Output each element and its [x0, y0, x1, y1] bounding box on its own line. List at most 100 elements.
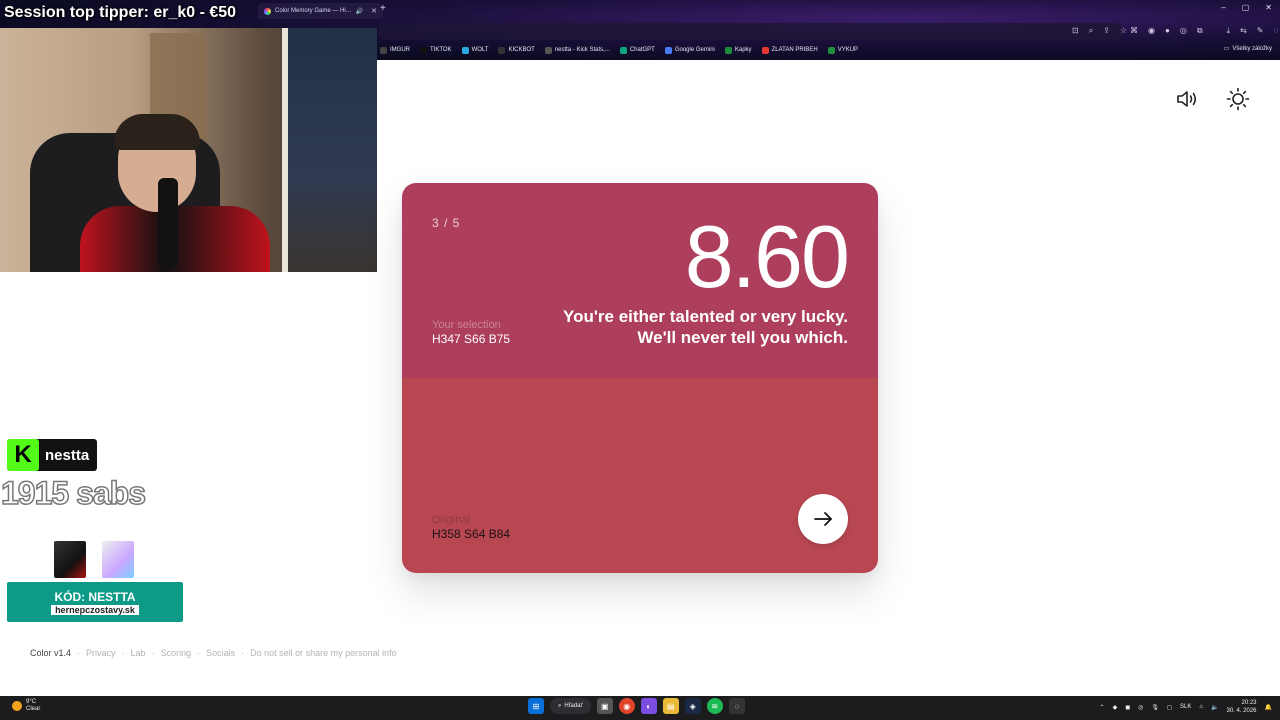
bookmark-icon [664, 46, 672, 54]
bookmark-item[interactable]: VYKUP [827, 46, 858, 54]
round-counter: 3 / 5 [432, 216, 461, 230]
close-window-button[interactable]: ✕ [1265, 3, 1272, 12]
sound-toggle-button[interactable] [1173, 85, 1201, 113]
bookmark-item[interactable]: ChatGPT [619, 46, 655, 54]
weather-sun-icon [12, 701, 22, 711]
tab-search-icon[interactable]: ⇆ [1240, 26, 1247, 36]
bookmark-item[interactable]: nestta - Kick Stats,... [544, 46, 610, 54]
all-bookmarks[interactable]: ▭ Všetky záložky [1223, 45, 1272, 53]
bookmark-icon [544, 46, 552, 54]
footer-link-lab[interactable]: Lab [131, 648, 146, 658]
footer-link-privacy[interactable]: Privacy [86, 648, 116, 658]
clock-date: 30. 4. 2026 [1226, 708, 1257, 714]
extension-icon[interactable]: ◉ [1148, 26, 1155, 36]
bookmark-icon [724, 46, 732, 54]
theme-toggle-button[interactable] [1224, 85, 1252, 113]
download-icon[interactable]: ⤓ [1227, 26, 1231, 36]
microphone-icon[interactable]: 🎙 [1151, 704, 1159, 711]
promo-code: KÓD: NESTTA [54, 589, 136, 604]
steam-icon[interactable]: ◈ [684, 698, 701, 714]
kick-logo-icon: K [7, 439, 39, 471]
extension-icon[interactable]: ⌘ [1130, 26, 1138, 36]
minimize-button[interactable]: – [1221, 3, 1225, 12]
share-icon[interactable]: ⇪ [1103, 26, 1110, 36]
extension-icons: ⌘ ◉ ● ◎ ⧉ ⤓ ⇆ ✎ ◌ ⋮ [1130, 26, 1280, 36]
profile-icon[interactable]: ◌ [1273, 26, 1278, 36]
weather-widget[interactable]: 9°C Clear [12, 699, 40, 713]
pc-case-icon [54, 541, 86, 578]
bookmark-item[interactable]: ZLATAN PRIBEH [761, 46, 818, 54]
discord-icon[interactable]: ◐ [640, 698, 657, 714]
sponsor-pcs [54, 541, 134, 578]
start-icon[interactable]: ⊞ [528, 698, 544, 714]
notification-icon[interactable]: 🔔 [1265, 704, 1272, 711]
network-icon[interactable]: ⌂ [1199, 704, 1203, 710]
bookmark-icon [619, 46, 627, 54]
bookmark-item[interactable]: TIKTOK [420, 46, 452, 54]
tray-app-icon[interactable]: ◆ [1113, 704, 1118, 711]
system-tray: ⌃ ◆ ◼ ◎ 🎙 ◻ SLK ⌂ 🔈 20:23 30. 4. 2026 🔔 [1100, 699, 1272, 715]
chevron-up-icon[interactable]: ⌃ [1100, 704, 1105, 711]
task-view-icon[interactable]: ▣ [596, 698, 613, 714]
bookmark-item[interactable]: IMGUR [380, 46, 410, 54]
footer-link-socials[interactable]: Socials [206, 648, 235, 658]
volume-icon[interactable]: 🔈 [1211, 704, 1218, 711]
tray-app-icon[interactable]: ◻ [1167, 704, 1172, 711]
bookmark-item[interactable]: KICKBOT [498, 46, 535, 54]
selection-swatch: 3 / 5 8.60 You're either talented or ver… [402, 183, 878, 378]
kick-badge: K nestta [7, 439, 98, 471]
sub-count: 1915 sabs [0, 474, 147, 512]
clock[interactable]: 20:23 30. 4. 2026 [1226, 699, 1256, 715]
bookmark-icon [761, 46, 769, 54]
weather-temp: 9°C [26, 699, 37, 705]
folder-icon: ▭ [1223, 46, 1230, 52]
language-indicator[interactable]: SLK [1180, 704, 1191, 710]
bookmark-icon [827, 46, 835, 54]
tab-color-memory-game[interactable]: Color Memory Game — Hi… 🔊 ✕ [258, 3, 384, 19]
extension-icon[interactable]: ◎ [1180, 26, 1187, 36]
footer-brand: Color v1.4 [30, 648, 72, 658]
tab-label: Color Memory Game — Hi… [275, 8, 352, 14]
puzzle-icon[interactable]: ⧉ [1197, 26, 1203, 36]
tray-app-icon[interactable]: ◼ [1125, 704, 1130, 711]
page-footer: Color v1.4 · Privacy · Lab · Scoring · S… [30, 648, 397, 658]
taskbar-apps: ⊞ ⌕ Hľadať ▣ ◉ ◐ ▤ ◈ ≋ ◌ [528, 698, 745, 714]
extension-icon[interactable]: ● [1165, 26, 1170, 36]
next-round-button[interactable] [798, 494, 848, 544]
address-bar-icons: ⊡ ⌕ ⇪ ☆ [1072, 26, 1127, 36]
result-message: You're either talented or very lucky. We… [563, 307, 848, 347]
selection-label: Your selection [432, 319, 501, 331]
kick-channel-name: nestta [45, 446, 90, 464]
new-tab-button[interactable]: + [380, 3, 386, 14]
file-explorer-icon[interactable]: ▤ [662, 698, 679, 714]
arrow-right-icon [814, 512, 832, 526]
weather-desc: Clear [26, 706, 41, 712]
footer-link-scoring[interactable]: Scoring [161, 648, 192, 658]
close-tab-icon[interactable]: ✕ [371, 7, 377, 15]
zoom-icon[interactable]: ⌕ [1089, 26, 1093, 36]
footer-link-do-not-sell[interactable]: Do not sell or share my personal info [250, 648, 397, 658]
sun-icon [1226, 87, 1250, 111]
bookmark-item[interactable]: WOLT [461, 46, 488, 54]
window-controls: – ▢ ✕ [1221, 3, 1272, 12]
address-bar[interactable] [378, 23, 1123, 40]
bookmark-icon [420, 46, 427, 54]
taskbar-search[interactable]: ⌕ Hľadať [550, 698, 591, 714]
spotify-icon[interactable]: ≋ [706, 698, 723, 714]
chrome-icon[interactable]: ◉ [618, 698, 635, 714]
footer-separator: · [241, 648, 245, 658]
promo-site: hernepczostavy.sk [51, 604, 139, 615]
maximize-button[interactable]: ▢ [1242, 3, 1250, 12]
selection-value: H347 S66 B75 [432, 332, 511, 346]
extension-icon[interactable]: ✎ [1257, 26, 1264, 36]
install-icon[interactable]: ⊡ [1072, 26, 1079, 36]
speaker-icon[interactable]: 🔊 [356, 8, 363, 15]
stream-title: Session top tipper: er_k0 - €50 [4, 4, 237, 21]
app-icon[interactable]: ◌ [728, 698, 745, 714]
bookmarks-bar: IMGUR TIKTOK WOLT KICKBOT nestta - Kick … [380, 43, 858, 57]
bookmark-star-icon[interactable]: ☆ [1120, 26, 1127, 36]
tray-app-icon[interactable]: ◎ [1138, 704, 1143, 711]
bookmark-item[interactable]: Kapky [724, 46, 752, 54]
footer-separator: · [77, 648, 81, 658]
bookmark-item[interactable]: Google Gemini [664, 46, 715, 54]
